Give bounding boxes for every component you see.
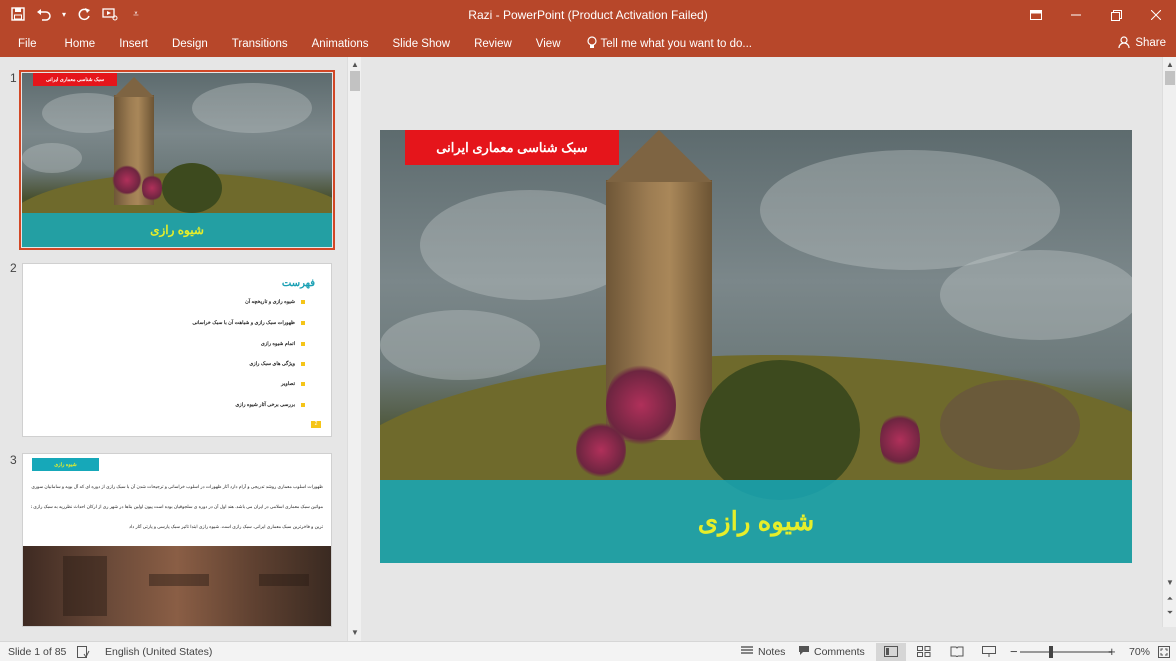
tower-photo: شیوه رازی سبک شناسی معماری ایرانی xyxy=(380,130,1132,563)
slide-number: 3 xyxy=(10,453,17,467)
slide-number: 1 xyxy=(10,71,17,85)
list-item: تصاویر xyxy=(281,381,295,387)
tab-animations[interactable]: Animations xyxy=(300,38,381,50)
slide-sorter-icon[interactable] xyxy=(917,646,931,657)
close-icon[interactable] xyxy=(1136,0,1176,30)
main-slide[interactable]: شیوه رازی سبک شناسی معماری ایرانی xyxy=(380,130,1132,563)
thumbnail-scrollbar[interactable]: ▲ ▼ xyxy=(347,57,361,641)
body-line: مواتین سبک معماری اسلامی در ایران می باش… xyxy=(31,504,323,509)
fit-to-window-icon[interactable] xyxy=(1158,645,1170,658)
scroll-thumb[interactable] xyxy=(1165,71,1175,85)
tab-file[interactable]: File xyxy=(0,38,55,50)
status-bar: Slide 1 of 85 English (United States) No… xyxy=(0,641,1176,661)
window-title: Razi - PowerPoint (Product Activation Fa… xyxy=(468,8,708,22)
bullet xyxy=(301,362,305,366)
slide-thumbnail-3[interactable]: شیوه رازی ظهورات اسلوب معماری روشد تدریج… xyxy=(22,453,332,627)
slide-show-icon[interactable] xyxy=(982,646,996,657)
person-icon xyxy=(1118,35,1130,51)
zoom-slider-thumb[interactable] xyxy=(1049,646,1053,658)
title-bar: ▾ ⩡ Razi - PowerPoint (Product Activatio… xyxy=(0,0,1176,30)
tell-me-text: Tell me what you want to do... xyxy=(600,37,753,50)
slide-scrollbar[interactable]: ▲ ▼ ⏶ ⏷ xyxy=(1162,57,1176,627)
share-label: Share xyxy=(1135,37,1166,49)
list-item: بررسی برخی آثار شیوه رازی xyxy=(235,402,295,408)
zoom-level[interactable]: 70% xyxy=(1129,646,1150,658)
bullet xyxy=(301,382,305,386)
scroll-down-icon[interactable]: ▼ xyxy=(348,627,362,639)
tab-review[interactable]: Review xyxy=(462,38,524,50)
notes-icon xyxy=(740,645,754,658)
slide-number: 2 xyxy=(10,261,17,275)
zoom-slider[interactable] xyxy=(1020,646,1112,658)
title-band: شیوه رازی xyxy=(380,480,1132,563)
tab-home[interactable]: Home xyxy=(55,38,108,50)
notes-label: Notes xyxy=(758,645,786,658)
list-item: شیوه رازی و تاریخچه آن xyxy=(245,299,295,305)
spell-check-icon[interactable] xyxy=(77,645,90,658)
page-badge: 2 xyxy=(311,421,321,428)
lightbulb-icon xyxy=(586,35,597,52)
next-slide-icon[interactable]: ⏷ xyxy=(1163,607,1176,619)
ribbon-tab-bar: File Home Insert Design Transitions Anim… xyxy=(0,30,1176,57)
slide-heading: فهرست xyxy=(281,278,315,289)
normal-view-icon[interactable] xyxy=(876,642,906,661)
scroll-down-icon[interactable]: ▼ xyxy=(1163,577,1176,589)
list-item: اتمام شیوه رازی xyxy=(260,341,295,347)
tab-design[interactable]: Design xyxy=(160,38,220,50)
slide-title: شیوه رازی xyxy=(150,223,204,237)
list-item: ظهورات سبک رازی و شباهت آن با سبک خراسان… xyxy=(192,320,295,326)
slide-label: شیوه رازی xyxy=(32,458,99,471)
tab-transitions[interactable]: Transitions xyxy=(220,38,300,50)
scroll-thumb[interactable] xyxy=(350,71,360,91)
language-indicator[interactable]: English (United States) xyxy=(105,646,212,658)
scroll-up-icon[interactable]: ▲ xyxy=(348,59,362,71)
slide-editing-pane: شیوه رازی سبک شناسی معماری ایرانی ▲ ▼ ⏶ … xyxy=(363,57,1176,641)
comments-label: Comments xyxy=(814,645,865,658)
tell-me-box[interactable]: Tell me what you want to do... xyxy=(573,35,753,52)
minimize-icon[interactable] xyxy=(1056,0,1096,30)
ribbon-display-options-icon[interactable] xyxy=(1016,0,1056,30)
window-controls xyxy=(1016,0,1176,30)
bullet xyxy=(301,321,305,325)
zoom-out-button[interactable]: − xyxy=(1010,644,1018,659)
comment-icon xyxy=(798,645,810,659)
comments-button[interactable]: Comments xyxy=(798,645,865,659)
bullet xyxy=(301,300,305,304)
subtitle-label: سبک شناسی معماری ایرانی xyxy=(33,73,117,86)
zoom-in-button[interactable]: + xyxy=(1108,644,1116,659)
tower-brick-photo xyxy=(23,546,331,626)
subtitle-label[interactable]: سبک شناسی معماری ایرانی xyxy=(405,130,619,165)
slide-thumbnail-2[interactable]: فهرست شیوه رازی و تاریخچه آن ظهورات سبک … xyxy=(22,263,332,437)
body-line: ظهورات اسلوب معماری روشد تدریجی و آرام د… xyxy=(31,484,323,489)
slide-thumbnail-pane: 1 شیوه رازی سبک شناسی معماری ایرانی 2 فه… xyxy=(0,57,362,641)
maximize-icon[interactable] xyxy=(1096,0,1136,30)
previous-slide-icon[interactable]: ⏶ xyxy=(1163,593,1176,605)
slide-thumbnail-1[interactable]: شیوه رازی سبک شناسی معماری ایرانی xyxy=(19,70,335,250)
bullet xyxy=(301,342,305,346)
share-button[interactable]: Share xyxy=(1118,33,1166,53)
bullet xyxy=(301,403,305,407)
slide-counter: Slide 1 of 85 xyxy=(8,645,67,658)
body-line: ترین و فاخرترین سبک معماری ایرانی. سبک ر… xyxy=(128,524,323,529)
list-item: ویژگی های سبک رازی xyxy=(249,361,295,367)
tab-slide-show[interactable]: Slide Show xyxy=(381,38,463,50)
scroll-up-icon[interactable]: ▲ xyxy=(1163,59,1176,71)
reading-view-icon[interactable] xyxy=(950,646,964,657)
title-band: شیوه رازی xyxy=(22,213,332,247)
tab-insert[interactable]: Insert xyxy=(107,38,160,50)
tower-photo: شیوه رازی سبک شناسی معماری ایرانی xyxy=(22,73,332,247)
tab-view[interactable]: View xyxy=(524,38,573,50)
notes-button[interactable]: Notes xyxy=(740,645,785,658)
slide-title[interactable]: شیوه رازی xyxy=(698,506,815,537)
